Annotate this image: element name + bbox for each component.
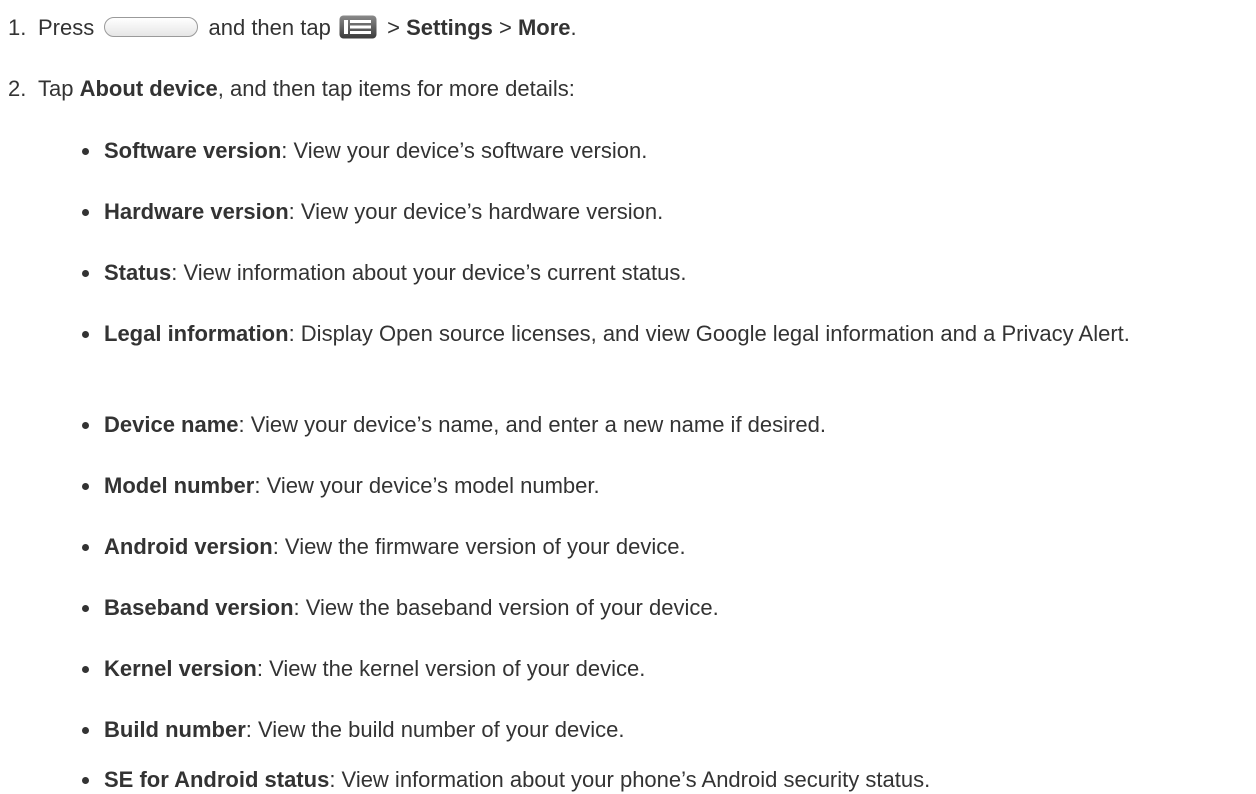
- step-text: >: [499, 15, 512, 40]
- list-item: Device name: View your device’s name, an…: [82, 411, 1252, 439]
- bullet-icon: [82, 727, 89, 734]
- bullet-icon: [82, 270, 89, 277]
- step-2: 2. Tap About device, and then tap items f…: [8, 75, 575, 103]
- list-item: Model number: View your device’s model n…: [82, 472, 1252, 500]
- item-desc: : Display Open source licenses, and view…: [288, 321, 1130, 346]
- item-term: Model number: [104, 473, 255, 498]
- step-1: 1. Press and then tap > Settings > More.: [8, 14, 577, 42]
- bullet-icon: [82, 483, 89, 490]
- step-bold-more: More: [517, 15, 571, 40]
- step-text: >: [387, 15, 400, 40]
- item-term: SE for Android status: [104, 767, 330, 792]
- step-text: Tap: [38, 76, 74, 101]
- item-desc: : View information about your phone’s An…: [329, 767, 931, 792]
- step-text: .: [570, 15, 577, 40]
- item-term: Device name: [104, 412, 239, 437]
- bullet-icon: [82, 544, 89, 551]
- item-term: Kernel version: [104, 656, 257, 681]
- step-bold-about-device: About device: [79, 76, 218, 101]
- item-term: Software version: [104, 138, 282, 163]
- bullet-icon: [82, 422, 89, 429]
- menu-key-icon: [339, 15, 377, 39]
- item-desc: : View the kernel version of your device…: [256, 656, 646, 681]
- list-item: Status: View information about your devi…: [82, 259, 1252, 287]
- bullet-icon: [82, 209, 89, 216]
- step-text: , and then tap items for more details:: [217, 76, 575, 101]
- step-number: 1.: [8, 15, 27, 40]
- list-item: Hardware version: View your device’s har…: [82, 198, 1252, 226]
- list-item: Android version: View the firmware versi…: [82, 533, 1252, 561]
- list-item: Build number: View the build number of y…: [82, 716, 1252, 744]
- step-bold-settings: Settings: [406, 15, 493, 40]
- item-term: Android version: [104, 534, 273, 559]
- bullet-icon: [82, 666, 89, 673]
- list-item: Kernel version: View the kernel version …: [82, 655, 1252, 683]
- bullet-icon: [82, 605, 89, 612]
- item-desc: : View your device’s software version.: [281, 138, 648, 163]
- list-item: Baseband version: View the baseband vers…: [82, 594, 1252, 622]
- item-desc: : View your device’s name, and enter a n…: [238, 412, 826, 437]
- list-item: SE for Android status: View information …: [82, 766, 1252, 794]
- list-item: Legal information: Display Open source l…: [82, 320, 1252, 348]
- item-term: Hardware version: [104, 199, 289, 224]
- bullet-icon: [82, 331, 89, 338]
- list-item: Software version: View your device’s sof…: [82, 137, 1252, 165]
- step-text: Press: [38, 15, 95, 40]
- item-desc: : View your device’s model number.: [254, 473, 600, 498]
- item-desc: : View the build number of your device.: [245, 717, 625, 742]
- bullet-icon: [82, 148, 89, 155]
- item-desc: : View the baseband version of your devi…: [293, 595, 719, 620]
- item-term: Baseband version: [104, 595, 294, 620]
- item-desc: : View the firmware version of your devi…: [272, 534, 686, 559]
- item-term: Build number: [104, 717, 246, 742]
- home-key-icon: [104, 17, 199, 37]
- step-text: and then tap: [208, 15, 331, 40]
- item-desc: : View information about your device’s c…: [171, 260, 687, 285]
- bullet-icon: [82, 777, 89, 784]
- item-term: Status: [104, 260, 172, 285]
- item-desc: : View your device’s hardware version.: [288, 199, 664, 224]
- step-number: 2.: [8, 76, 27, 101]
- item-term: Legal information: [104, 321, 289, 346]
